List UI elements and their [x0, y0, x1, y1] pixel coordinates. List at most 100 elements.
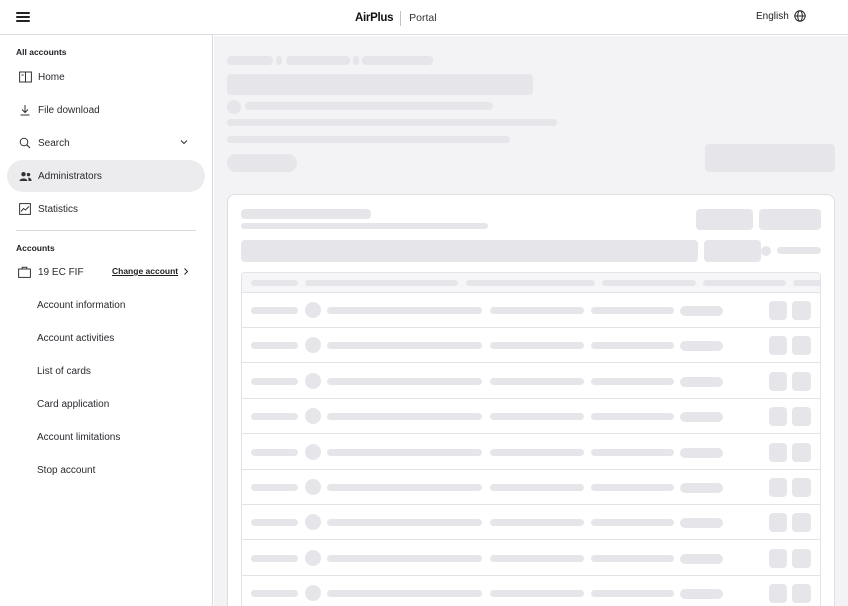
skeleton-cell	[591, 519, 674, 527]
skeleton-cell	[769, 371, 787, 391]
skeleton-text-line	[777, 247, 821, 254]
sidebar-item-stop-account[interactable]: Stop account	[37, 465, 95, 476]
skeleton-cell	[490, 342, 584, 350]
accounts-heading: Accounts	[16, 243, 55, 253]
skeleton-cell	[792, 548, 811, 568]
skeleton-cell	[792, 336, 811, 356]
skeleton-cell	[327, 590, 482, 598]
sidebar-item-label: Home	[38, 71, 65, 83]
chevron-down-icon	[180, 140, 188, 145]
skeleton-text-line	[227, 136, 510, 143]
skeleton-cell	[591, 554, 674, 562]
sidebar-item-label: Search	[38, 137, 70, 149]
sidebar-item-administrators[interactable]: Administrators	[7, 160, 205, 192]
search-icon	[18, 136, 32, 150]
sidebar-item-account-information[interactable]: Account information	[37, 300, 125, 311]
skeleton-cell	[769, 407, 787, 427]
skeleton-button	[704, 240, 761, 262]
skeleton-table-row	[242, 541, 820, 576]
main-content-loading	[214, 36, 848, 606]
skeleton-cell	[327, 484, 482, 491]
sidebar-item-file-download[interactable]: File download	[7, 94, 205, 126]
book-open-icon	[18, 70, 32, 84]
sidebar: All accounts Home File download Search A…	[0, 35, 213, 606]
globe-icon	[794, 10, 806, 22]
users-icon	[18, 169, 32, 183]
skeleton-cell	[680, 518, 723, 529]
sidebar-item-home[interactable]: Home	[7, 61, 205, 93]
skeleton-card-title	[241, 209, 371, 219]
skeleton-cell	[327, 307, 482, 314]
skeleton-cell	[769, 442, 787, 462]
skeleton-icon	[761, 246, 771, 256]
skeleton-cell	[680, 447, 723, 458]
skeleton-cell	[680, 376, 723, 387]
skeleton-table-row	[242, 505, 820, 541]
skeleton-breadcrumb	[362, 56, 433, 65]
skeleton-cell	[251, 590, 298, 598]
hamburger-menu-icon[interactable]	[15, 10, 31, 24]
skeleton-cell	[327, 342, 482, 350]
skeleton-cell	[490, 413, 584, 421]
skeleton-cell	[305, 479, 321, 495]
skeleton-cell	[591, 484, 674, 491]
skeleton-cell	[490, 307, 584, 314]
skeleton-cell	[305, 408, 321, 425]
skeleton-table-header	[242, 273, 820, 293]
skeleton-cell	[680, 306, 723, 316]
skeleton-cell	[251, 519, 298, 527]
skeleton-breadcrumb	[227, 56, 273, 65]
skeleton-cell	[251, 413, 298, 421]
skeleton-cell	[769, 301, 787, 320]
skeleton-card	[227, 194, 835, 606]
skeleton-cell	[305, 302, 321, 318]
skeleton-cell	[251, 448, 298, 456]
skeleton-cell	[769, 548, 787, 568]
skeleton-cell	[327, 413, 482, 421]
skeleton-cell	[792, 407, 811, 427]
sidebar-item-search[interactable]: Search	[7, 127, 205, 159]
account-name: 19 EC FIF	[38, 266, 84, 278]
skeleton-cell	[769, 513, 787, 533]
skeleton-cell	[490, 590, 584, 598]
skeleton-cell	[305, 514, 321, 531]
skeleton-cell	[305, 549, 321, 566]
sidebar-item-account-activities[interactable]: Account activities	[37, 333, 114, 344]
skeleton-cell	[591, 413, 674, 421]
skeleton-cell	[792, 442, 811, 462]
language-selector[interactable]: English	[756, 10, 806, 22]
skeleton-table-row	[242, 435, 820, 470]
sidebar-item-label: File download	[38, 104, 100, 116]
skeleton-header-cell	[251, 280, 298, 286]
skeleton-text-line	[241, 223, 488, 229]
skeleton-button	[759, 209, 821, 230]
skeleton-cell	[591, 307, 674, 314]
portal-label: Portal	[409, 12, 437, 24]
skeleton-cell	[769, 584, 787, 604]
change-account-link[interactable]: Change account	[112, 266, 190, 276]
skeleton-cell	[490, 484, 584, 491]
skeleton-header-cell	[703, 280, 786, 286]
change-account-label: Change account	[112, 266, 179, 276]
skeleton-table-row	[242, 293, 820, 328]
sidebar-item-list-of-cards[interactable]: List of cards	[37, 366, 91, 377]
skeleton-cell	[251, 554, 298, 562]
skeleton-cell	[591, 448, 674, 456]
skeleton-breadcrumb	[276, 56, 282, 65]
skeleton-table-row	[242, 328, 820, 364]
brand[interactable]: AirPlus Portal	[355, 10, 437, 26]
skeleton-cell	[680, 589, 723, 600]
brand-separator	[400, 10, 402, 26]
skeleton-header-cell	[305, 280, 458, 286]
sidebar-item-label: Administrators	[38, 170, 102, 182]
skeleton-cell	[680, 553, 723, 564]
skeleton-cell	[591, 377, 674, 385]
sidebar-item-card-application[interactable]: Card application	[37, 399, 109, 410]
sidebar-item-account-limitations[interactable]: Account limitations	[37, 432, 120, 443]
skeleton-cell	[327, 554, 482, 562]
skeleton-cell	[680, 412, 723, 423]
sidebar-item-statistics[interactable]: Statistics	[7, 193, 205, 225]
sidebar-divider	[16, 230, 196, 231]
skeleton-page-title	[227, 74, 533, 95]
skeleton-text-line	[227, 119, 557, 126]
